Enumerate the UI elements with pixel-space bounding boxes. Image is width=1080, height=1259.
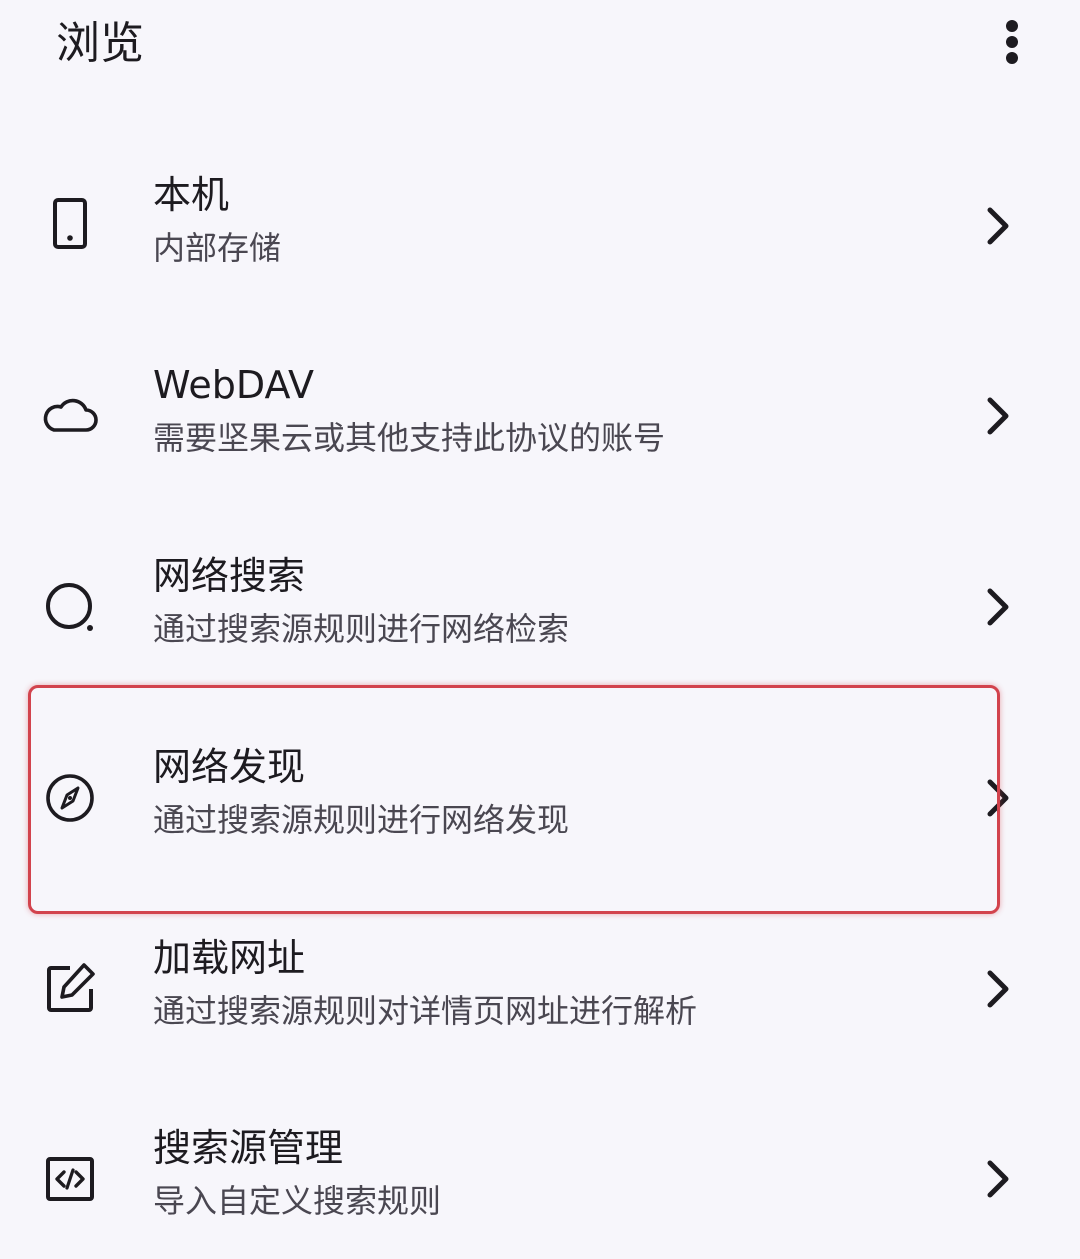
app-bar: 浏览 — [0, 0, 1080, 96]
menu-item-load-url[interactable]: 加载网址 通过搜索源规则对详情页网址进行解析 — [0, 909, 1080, 1069]
menu-item-subtitle: 通过搜索源规则进行网络检索 — [153, 610, 570, 648]
menu-item-local[interactable]: 本机 内部存储 — [0, 146, 1080, 306]
menu-item-title: 网络发现 — [153, 745, 306, 789]
menu-item-source-manager[interactable]: 搜索源管理 导入自定义搜索规则 — [0, 1099, 1080, 1259]
menu-item-web-search[interactable]: 网络搜索 通过搜索源规则进行网络检索 — [0, 527, 1080, 687]
menu-item-subtitle: 通过搜索源规则对详情页网址进行解析 — [153, 992, 698, 1030]
cloud-icon — [40, 386, 100, 446]
chevron-right-icon — [978, 967, 1018, 1011]
page-title: 浏览 — [56, 18, 144, 69]
menu-item-webdav[interactable]: WebDAV 需要坚果云或其他支持此协议的账号 — [0, 336, 1080, 496]
menu-item-subtitle: 需要坚果云或其他支持此协议的账号 — [153, 419, 666, 457]
search-icon — [40, 577, 100, 637]
menu-item-web-discover[interactable]: 网络发现 通过搜索源规则进行网络发现 — [0, 718, 1080, 878]
phone-icon — [40, 196, 100, 256]
chevron-right-icon — [978, 204, 1018, 248]
code-icon — [40, 1149, 100, 1209]
menu-item-title: 本机 — [153, 173, 230, 217]
menu-item-title: 加载网址 — [153, 936, 306, 980]
menu-item-subtitle: 导入自定义搜索规则 — [153, 1182, 442, 1220]
chevron-right-icon — [978, 1157, 1018, 1201]
chevron-right-icon — [978, 585, 1018, 629]
menu-item-title: WebDAV — [153, 363, 314, 407]
more-vert-icon[interactable] — [988, 14, 1036, 70]
menu-item-subtitle: 通过搜索源规则进行网络发现 — [153, 801, 570, 839]
menu-item-title: 搜索源管理 — [153, 1126, 344, 1170]
compass-icon — [40, 768, 100, 828]
chevron-right-icon — [978, 394, 1018, 438]
menu-item-title: 网络搜索 — [153, 554, 306, 598]
chevron-right-icon — [978, 776, 1018, 820]
menu-item-subtitle: 内部存储 — [153, 229, 282, 267]
edit-icon — [40, 959, 100, 1019]
